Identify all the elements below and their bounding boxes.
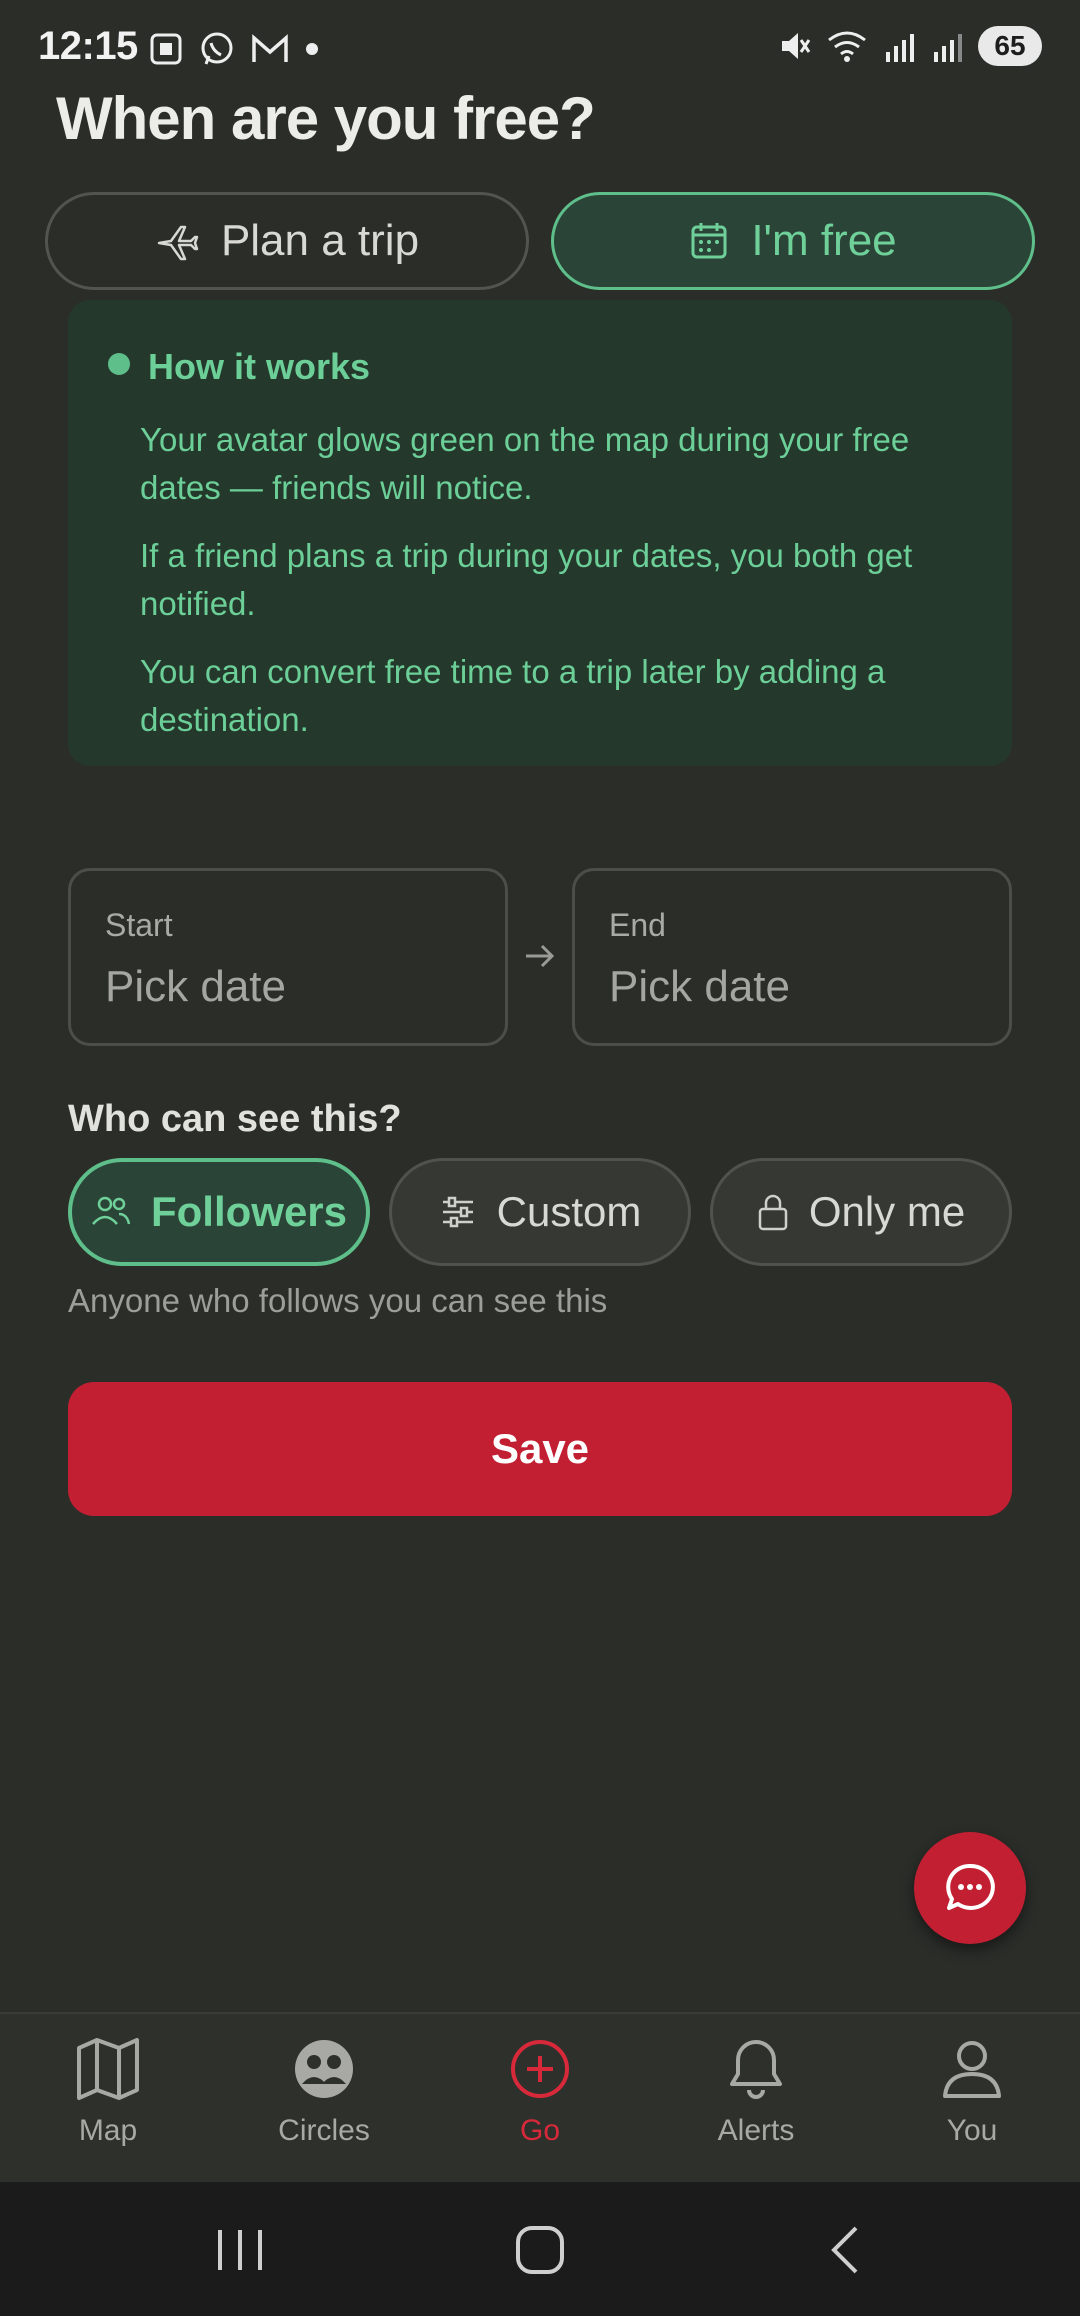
only-me-label: Only me (808, 1188, 966, 1235)
nav-label-you: You (946, 2114, 998, 2147)
status-system-icons: 65 (776, 26, 1042, 66)
back-icon[interactable] (818, 2222, 874, 2278)
chat-fab-button[interactable] (914, 1832, 1026, 1944)
visibility-only-me-button[interactable]: Only me (710, 1158, 1012, 1266)
lock-icon (758, 1194, 788, 1231)
save-button[interactable]: Save (68, 1382, 1012, 1516)
how-it-works-card: How it works Your avatar glows green on … (68, 300, 1012, 766)
info-paragraph: You can convert free time to a trip late… (140, 653, 886, 738)
bell-icon (730, 2040, 782, 2099)
arrow-right-icon (526, 944, 555, 968)
page-title: When are you free? (56, 85, 596, 152)
mute-icon (782, 33, 811, 59)
end-date-field[interactable]: End Pick date (572, 868, 1012, 1046)
chat-bubble-icon (946, 1863, 995, 1910)
how-it-works-header: How it works (108, 346, 972, 388)
recent-apps-icon[interactable] (212, 2222, 268, 2278)
start-date-field[interactable]: Start Pick date (68, 868, 508, 1046)
followers-label: Followers (150, 1188, 348, 1235)
nav-item-go[interactable]: Go (432, 2014, 648, 2182)
signal-icon (934, 34, 962, 62)
plan-trip-label: Plan a trip (220, 216, 420, 265)
status-bar: 12:15 65 (0, 0, 1080, 96)
nav-item-map[interactable]: Map (0, 2014, 216, 2182)
sliders-icon (442, 1196, 473, 1228)
status-time: 12:15 (38, 24, 138, 68)
people-icon (92, 1196, 131, 1225)
signal-r-icon (886, 34, 914, 62)
custom-label: Custom (496, 1188, 642, 1235)
airplane-icon (157, 225, 199, 261)
how-it-works-title: How it works (148, 346, 371, 387)
visibility-custom-button[interactable]: Custom (389, 1158, 691, 1266)
visibility-followers-button[interactable]: Followers (68, 1158, 370, 1266)
nav-label-circles: Circles (278, 2114, 370, 2147)
end-date-label: End (609, 907, 666, 943)
im-free-label: I'm free (751, 216, 897, 265)
info-paragraph: Your avatar glows green on the map durin… (140, 421, 910, 506)
map-icon (77, 2038, 139, 2100)
info-paragraph: If a friend plans a trip during your dat… (140, 537, 913, 622)
nav-item-you[interactable]: You (864, 2014, 1080, 2182)
status-notification-icons (148, 30, 320, 68)
screenshot-icon (150, 33, 182, 65)
im-free-tab[interactable]: I'm free (551, 192, 1035, 290)
user-icon (943, 2041, 1001, 2098)
system-navigation-bar (0, 2182, 1080, 2316)
nav-label-map: Map (78, 2114, 138, 2147)
plus-circle-icon (511, 2040, 569, 2098)
end-date-value: Pick date (609, 962, 790, 1011)
start-date-value: Pick date (105, 962, 286, 1011)
home-icon[interactable] (512, 2222, 568, 2278)
start-date-label: Start (105, 907, 173, 943)
nav-label-alerts: Alerts (717, 2114, 795, 2147)
battery-indicator: 65 (978, 26, 1042, 66)
wifi-icon (828, 31, 866, 62)
calendar-icon (691, 223, 727, 259)
nav-item-alerts[interactable]: Alerts (648, 2014, 864, 2182)
visibility-hint: Anyone who follows you can see this (68, 1282, 608, 1319)
circles-icon (295, 2040, 353, 2098)
whatsapp-icon (201, 32, 233, 65)
nav-label-go: Go (519, 2114, 561, 2147)
plan-trip-tab[interactable]: Plan a trip (45, 192, 529, 290)
gmail-icon (252, 34, 288, 62)
nav-item-circles[interactable]: Circles (216, 2014, 432, 2182)
dot-icon (306, 43, 318, 55)
bottom-nav: Map Circles Go Alerts You (0, 2012, 1080, 2182)
visibility-title: Who can see this? (68, 1098, 402, 1140)
status-dot-icon (108, 353, 130, 375)
